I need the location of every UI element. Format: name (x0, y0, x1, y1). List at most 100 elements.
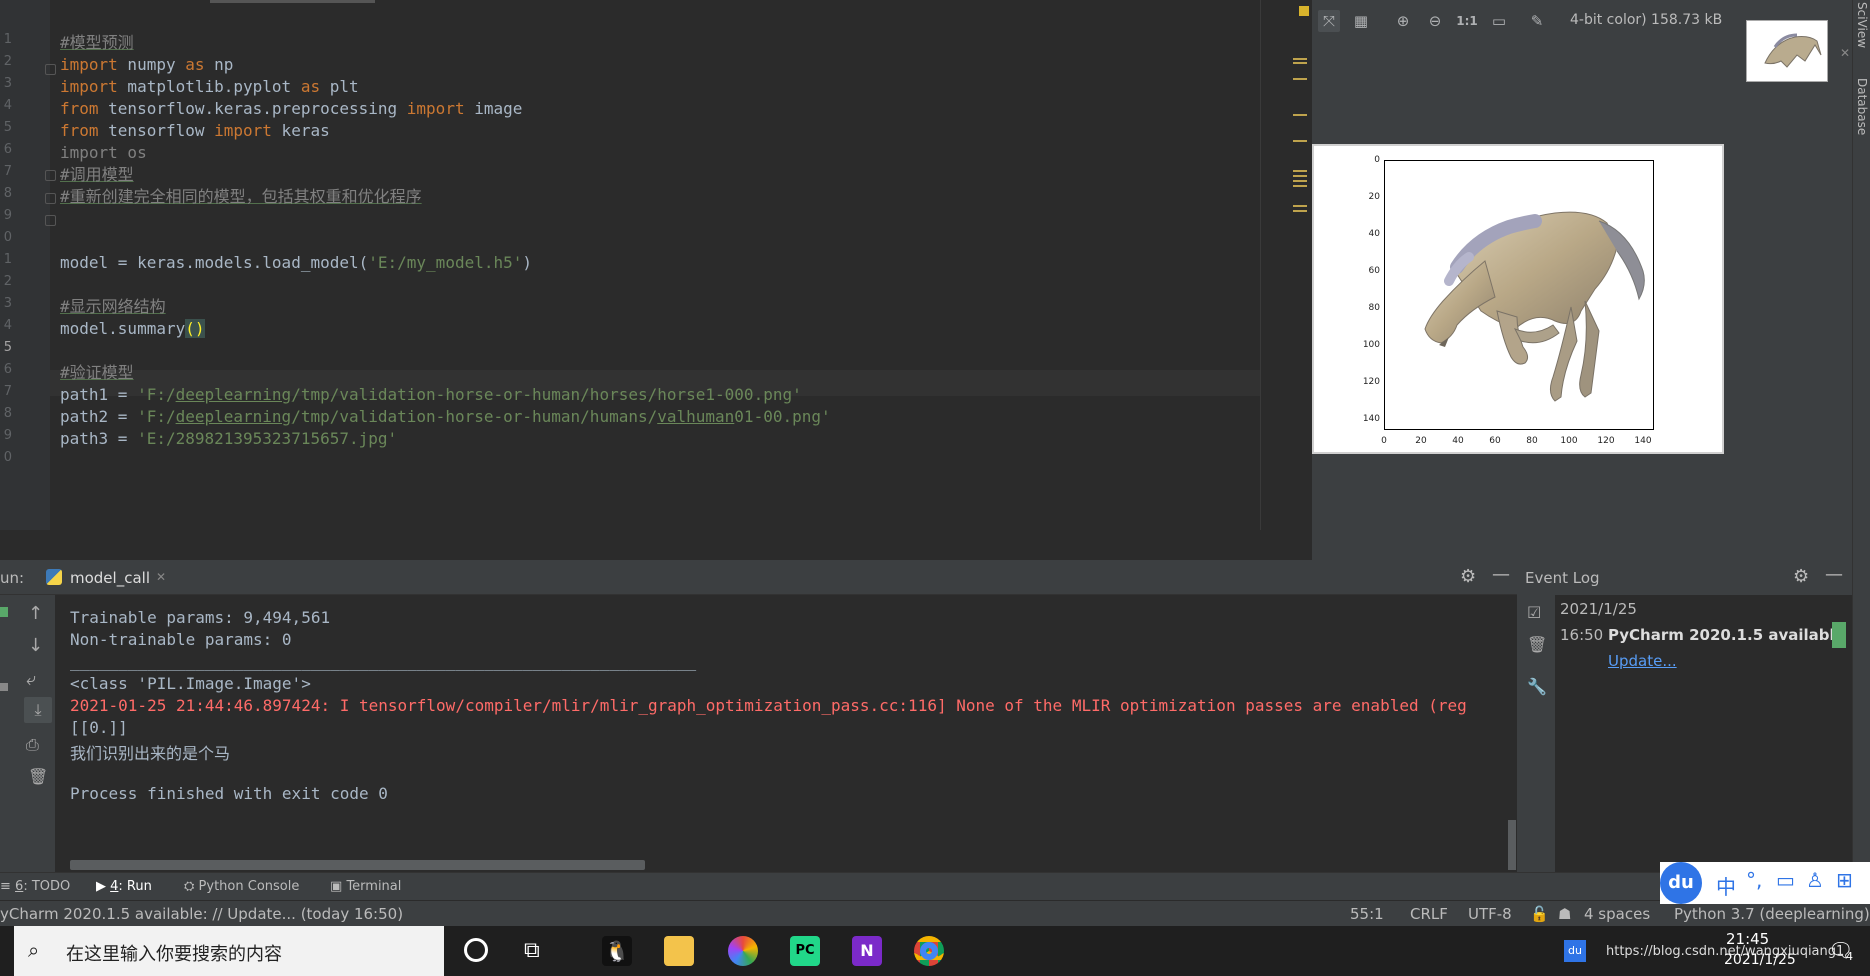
y-tick-label: 80 (1368, 303, 1380, 313)
inspector-icon[interactable]: ☗ (1558, 905, 1571, 923)
up-arrow-icon[interactable]: ↑ (28, 603, 43, 624)
event-log-toolbar: ☑ 🗑 🔧 (1517, 595, 1555, 872)
fit-zoom-icon[interactable]: ▭ (1488, 10, 1510, 32)
code-string: valhuman (657, 407, 735, 426)
code-line: model = keras.models.load_model('E:/my_m… (60, 250, 532, 276)
close-icon[interactable]: ✕ (1840, 46, 1850, 60)
rerun-icon[interactable] (0, 607, 8, 617)
tool-terminal[interactable]: ▣ Terminal (330, 879, 401, 894)
status-message[interactable]: yCharm 2020.1.5 available: // Update... … (0, 905, 403, 923)
tool-todo[interactable]: ≡ 6: TODO (0, 879, 70, 894)
code-string: /tmp/validation-horse-or-human/horses/ho… (291, 385, 802, 404)
fold-marker-icon[interactable] (45, 170, 56, 181)
minimize-icon[interactable]: — (1825, 564, 1843, 585)
file-explorer-icon[interactable] (664, 936, 694, 966)
fold-marker-icon[interactable] (45, 215, 56, 226)
taskbar-search[interactable]: ⌕ 在这里输入你要搜索的内容 (14, 926, 444, 976)
update-link[interactable]: Update... (1608, 652, 1677, 670)
qq-icon[interactable]: 🐧 (602, 936, 632, 966)
clock-time[interactable]: 21:45 (1726, 930, 1769, 948)
settings-gear-icon[interactable]: ⚙ (1460, 566, 1476, 587)
zoom-out-icon[interactable]: ⊖ (1424, 10, 1446, 32)
trash-icon[interactable]: 🗑 (1527, 635, 1547, 654)
zoom-in-icon[interactable]: ⊕ (1392, 10, 1414, 32)
code-editor[interactable]: 1 2 3 4 5 6 7 8 9 0 1 2 3 4 5 6 7 8 9 0 #模型预测 import numpy a… (0, 0, 1312, 530)
python-console-icon: ⛭ (184, 879, 195, 894)
code-token: matplotlib.pyplot (117, 77, 301, 96)
console-vscroll[interactable] (1508, 820, 1516, 870)
code-token: path3 = (60, 429, 138, 448)
toolbox-icon[interactable]: ⊞ (1836, 868, 1853, 892)
code-string: deeplearning (175, 407, 292, 426)
interpreter-setting[interactable]: Python 3.7 (deeplearning) (1674, 905, 1870, 923)
code-token: plt (320, 77, 359, 96)
color-app-icon[interactable] (728, 936, 758, 966)
code-token: model = keras.models.load_model( (60, 253, 369, 272)
scroll-to-end-icon[interactable]: ⤓ (24, 697, 52, 723)
console-line: Trainable params: 9,494,561 (70, 608, 331, 627)
trash-icon[interactable]: 🗑 (28, 767, 48, 786)
plot-thumbnail[interactable] (1746, 20, 1828, 82)
tool-python-console[interactable]: ⛭ Python Console (184, 879, 299, 894)
console-line: ________________________________________… (70, 652, 697, 671)
fold-marker-icon[interactable] (45, 193, 56, 204)
onenote-icon[interactable]: N (852, 936, 882, 966)
line-number: 0 (3, 450, 12, 465)
ime-toolbar[interactable]: du 中 °, ▭ ♙ ⊞ (1660, 862, 1870, 904)
code-token: keras (271, 121, 330, 140)
settings-gear-icon[interactable]: ⚙ (1793, 566, 1809, 587)
line-number: 4 (3, 318, 12, 333)
x-tick-label: 140 (1634, 436, 1652, 446)
console-line: Non-trainable params: 0 (70, 630, 292, 649)
code-string: 'E:/289821395323715657.jpg' (137, 429, 398, 448)
user-icon[interactable]: ♙ (1806, 868, 1824, 892)
mark-read-icon[interactable]: ☑ (1527, 603, 1541, 622)
warning-indicator-icon[interactable] (1299, 6, 1309, 16)
print-icon[interactable]: ⎙ (26, 735, 39, 755)
line-number: 5 (3, 340, 12, 355)
layout-icon[interactable] (0, 683, 8, 691)
soft-wrap-icon[interactable]: ⤶ (26, 669, 36, 690)
line-number: 2 (3, 274, 12, 289)
caret-position[interactable]: 55:1 (1350, 905, 1384, 923)
task-view-icon[interactable]: ⧉ (524, 938, 540, 963)
baidu-ime-icon[interactable]: du (1660, 862, 1702, 904)
chrome-icon[interactable] (914, 936, 944, 966)
x-tick-label: 40 (1452, 436, 1464, 446)
lock-icon[interactable]: 🔓 (1530, 905, 1549, 923)
minimize-icon[interactable]: — (1492, 564, 1510, 585)
grid-icon[interactable]: ▦ (1350, 10, 1372, 32)
code-string: deeplearning (175, 385, 292, 404)
close-tab-icon[interactable]: ✕ (156, 570, 166, 584)
x-tick-label: 80 (1526, 436, 1538, 446)
indent-setting[interactable]: 4 spaces (1584, 905, 1650, 923)
image-plot[interactable]: 0 20 40 60 80 100 120 140 0 20 40 60 80 … (1312, 144, 1724, 454)
clock-date[interactable]: 2021/1/25 (1724, 952, 1796, 968)
tool-run[interactable]: ▶ 4: Run (96, 879, 152, 894)
x-tick-label: 100 (1560, 436, 1578, 446)
pycharm-icon[interactable]: PC (790, 936, 820, 966)
event-time: 16:50 (1560, 626, 1604, 644)
keyboard-icon[interactable]: ▭ (1776, 868, 1795, 892)
ime-lang-toggle[interactable]: 中 (1716, 871, 1736, 900)
color-picker-icon[interactable]: ✎ (1526, 10, 1548, 32)
wrench-icon[interactable]: 🔧 (1527, 677, 1547, 696)
line-number: 1 (3, 32, 12, 47)
fold-marker-icon[interactable] (45, 64, 56, 75)
line-number: 9 (3, 208, 12, 223)
y-tick-label: 40 (1368, 229, 1380, 239)
fit-to-window-icon[interactable]: ⤧ (1318, 10, 1340, 32)
actual-size-button[interactable]: 1:1 (1456, 10, 1478, 32)
editor-scrollbar[interactable] (1260, 0, 1312, 530)
file-encoding[interactable]: UTF-8 (1468, 905, 1512, 923)
line-number: 3 (3, 296, 12, 311)
database-tab[interactable]: Database (1855, 78, 1869, 135)
punctuation-icon[interactable]: °, (1746, 868, 1762, 892)
cortana-icon[interactable] (464, 938, 488, 962)
down-arrow-icon[interactable]: ↓ (28, 635, 43, 656)
sciview-tab[interactable]: SciView (1855, 2, 1869, 48)
line-separator[interactable]: CRLF (1410, 905, 1448, 923)
tab-model-call[interactable]: model_call (70, 569, 150, 587)
console-hscroll[interactable] (70, 860, 645, 870)
baidu-tray-icon[interactable]: du (1564, 940, 1586, 962)
